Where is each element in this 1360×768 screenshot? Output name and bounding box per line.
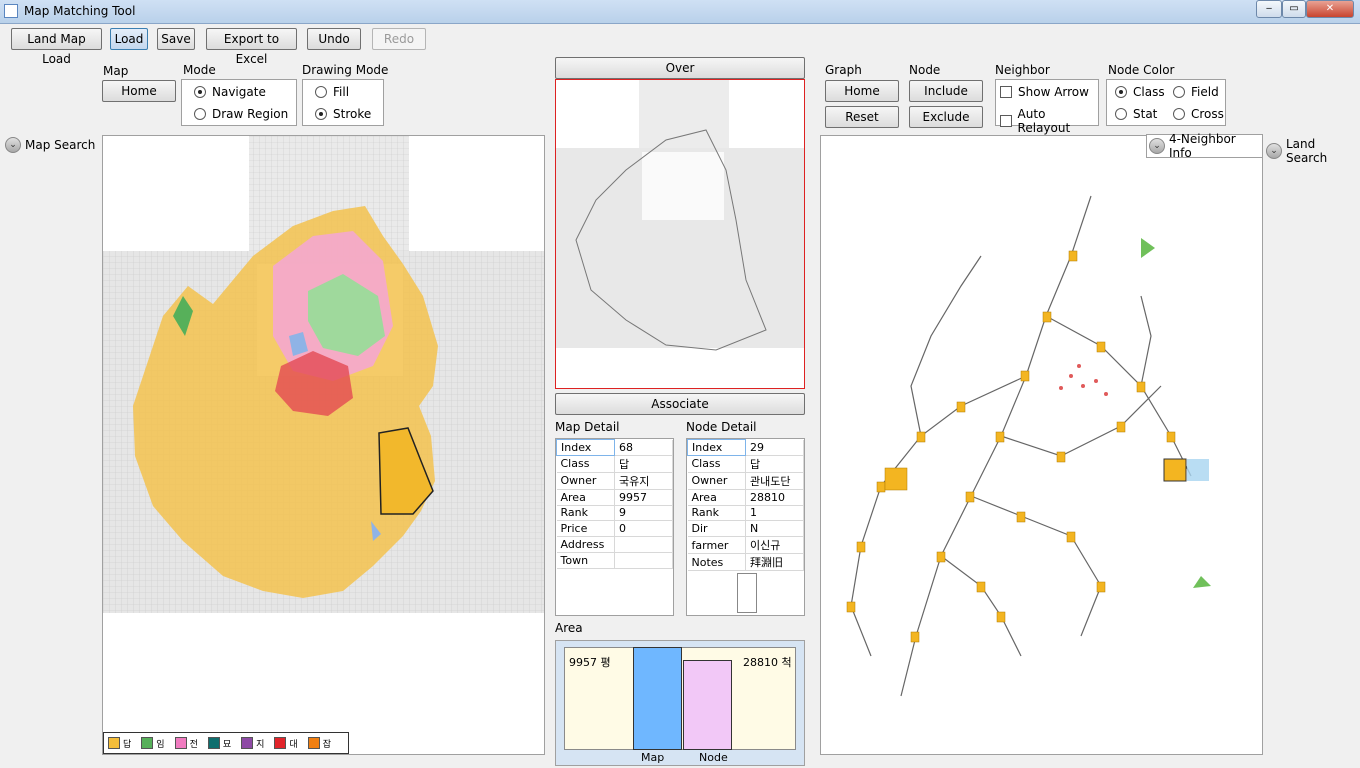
window-title: Map Matching Tool: [24, 4, 136, 18]
map-label: Map: [103, 64, 129, 78]
overview-map[interactable]: [555, 79, 805, 389]
map-search-toggle[interactable]: ⌄ Map Search: [5, 137, 95, 153]
export-excel-button[interactable]: Export to Excel: [206, 28, 297, 66]
map-area-bar: [633, 647, 682, 750]
node-image-thumbnail: [737, 573, 757, 613]
chevron-down-icon: ⌄: [1149, 138, 1165, 154]
legend-item: 대: [274, 737, 298, 750]
color-field-radio[interactable]: Field: [1173, 85, 1219, 99]
table-row: Owner 국유지: [556, 472, 673, 490]
undo-button[interactable]: Undo: [307, 28, 361, 50]
minimize-button[interactable]: ‒: [1256, 0, 1282, 18]
map-detail-table: Index 68 Class 답 Owner 국유지 Area 9957 Rank 9 P…: [555, 438, 674, 616]
graph-canvas[interactable]: [820, 135, 1263, 755]
map-detail-label: Map Detail: [555, 420, 620, 434]
mode-navigate-radio[interactable]: Navigate: [194, 85, 266, 99]
area-label: Area: [555, 621, 583, 635]
map-bar-label: Map: [641, 751, 665, 764]
graph-label: Graph: [825, 63, 862, 77]
node-detail-label: Node Detail: [686, 420, 757, 434]
neighbor-group: Show Arrow Auto Relayout: [995, 79, 1099, 135]
include-button[interactable]: Include: [909, 80, 983, 102]
table-row: Town: [556, 552, 673, 569]
node-graph-image: [846, 195, 1211, 697]
node-area-bar: [683, 660, 732, 750]
land-search-toggle[interactable]: ⌄ Land Search: [1266, 137, 1360, 165]
close-button[interactable]: ✕: [1306, 0, 1354, 18]
mode-label: Mode: [183, 63, 216, 77]
table-row: Index 29: [687, 439, 804, 456]
table-row: Rank 9: [556, 505, 673, 522]
table-row: Address: [556, 536, 673, 553]
save-button[interactable]: Save: [157, 28, 195, 50]
drawing-stroke-radio[interactable]: Stroke: [315, 107, 371, 121]
area-chart: 9957 평 28810 척 Map Node: [555, 640, 805, 766]
app-icon: [4, 4, 18, 18]
table-row: Price 0: [556, 520, 673, 538]
node-color-label: Node Color: [1108, 63, 1175, 77]
load-button[interactable]: Load: [110, 28, 148, 50]
drawing-fill-radio[interactable]: Fill: [315, 85, 349, 99]
table-row: Dir N: [687, 520, 804, 538]
table-row: Index 68: [556, 439, 673, 456]
color-class-radio[interactable]: Class: [1115, 85, 1165, 99]
legend-item: 임: [141, 737, 165, 750]
chevron-down-icon: ⌄: [1266, 143, 1282, 159]
redo-button[interactable]: Redo: [372, 28, 426, 50]
table-row: Owner 관내도단: [687, 472, 804, 490]
exclude-button[interactable]: Exclude: [909, 106, 983, 128]
mode-draw-region-radio[interactable]: Draw Region: [194, 107, 288, 121]
graph-reset-button[interactable]: Reset: [825, 106, 899, 128]
drawing-mode-group: Fill Stroke: [302, 79, 384, 126]
drawing-mode-label: Drawing Mode: [302, 63, 389, 77]
node-detail-table: Index 29 Class 답 Owner 관내도단 Area 28810 Rank 1…: [686, 438, 805, 616]
title-bar: Map Matching Tool ‒ ▭ ✕: [0, 0, 1360, 24]
legend-item: 지: [241, 737, 264, 750]
node-bar-label: Node: [699, 751, 728, 764]
legend-item: 답: [108, 737, 131, 750]
table-row: Area 28810: [687, 489, 804, 506]
node-label: Node: [909, 63, 941, 77]
node-color-group: Class Field Stat Cross: [1106, 79, 1226, 126]
legend-item: 잡: [307, 737, 331, 750]
four-neighbor-info-toggle[interactable]: ⌄ 4-Neighbor Info: [1146, 132, 1263, 160]
table-row: Rank 1: [687, 505, 804, 522]
land-map-load-button[interactable]: Land Map Load: [11, 28, 102, 66]
class-legend: 답 임 전 묘 지 대 잡: [103, 732, 349, 754]
neighbor-label: Neighbor: [995, 63, 1050, 77]
associate-button[interactable]: Associate: [555, 393, 805, 415]
graph-home-button[interactable]: Home: [825, 80, 899, 102]
legend-item: 묘: [207, 737, 231, 750]
maximize-button[interactable]: ▭: [1282, 0, 1306, 18]
color-stat-radio[interactable]: Stat: [1115, 107, 1157, 121]
land-map-image: [103, 136, 544, 613]
map-home-button[interactable]: Home: [102, 80, 176, 102]
show-arrow-checkbox[interactable]: Show Arrow: [1000, 85, 1089, 99]
table-row: farmer 이신규: [687, 536, 804, 555]
legend-item: 전: [174, 737, 198, 750]
chevron-down-icon: ⌄: [5, 137, 21, 153]
over-button[interactable]: Over: [555, 57, 805, 79]
map-area-value: 9957 평: [569, 656, 611, 669]
table-row: Class 답: [556, 455, 673, 473]
overview-image: [556, 80, 804, 351]
table-row: Class 답: [687, 455, 804, 473]
mode-group: Navigate Draw Region: [181, 79, 297, 126]
color-cross-radio[interactable]: Cross: [1173, 107, 1224, 121]
auto-relayout-checkbox[interactable]: Auto Relayout: [1000, 107, 1098, 135]
table-row: Area 9957: [556, 489, 673, 506]
table-row: Notes 拜淵旧: [687, 553, 804, 572]
node-area-value: 28810 척: [743, 656, 792, 669]
map-canvas[interactable]: [102, 135, 545, 755]
